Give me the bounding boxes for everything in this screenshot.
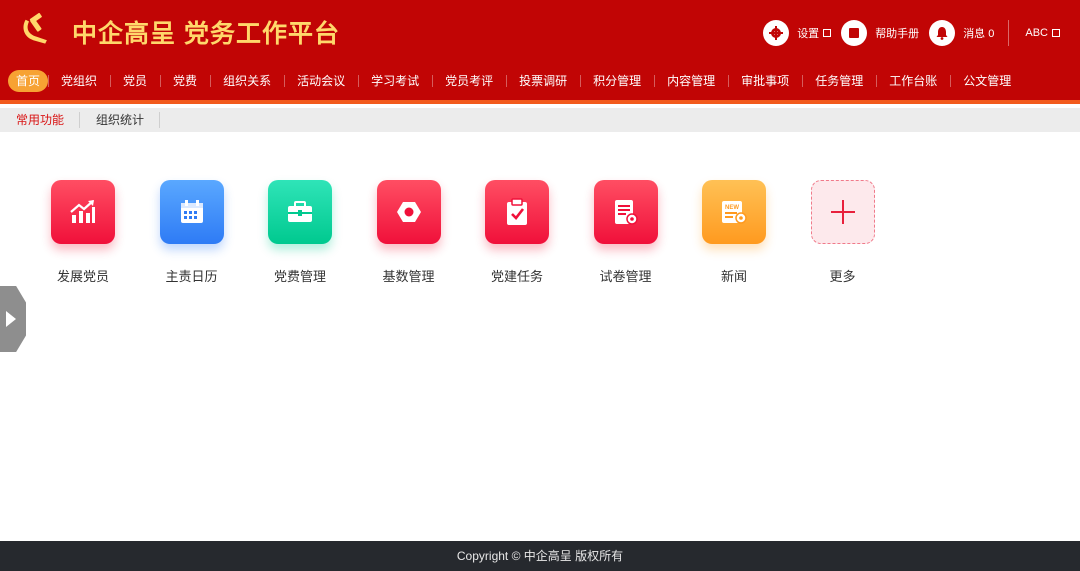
bell-icon <box>929 20 956 46</box>
function-label: 发展党员 <box>56 269 109 284</box>
gear-icon <box>763 20 790 46</box>
function-label: 更多 <box>829 269 856 284</box>
function-duty-calendar[interactable]: 主责日历 <box>159 180 225 285</box>
function-label: 试卷管理 <box>599 269 652 284</box>
nav-item-voting-survey[interactable]: 投票调研 <box>506 70 580 92</box>
user-menu[interactable]: ABC <box>1025 27 1060 39</box>
side-panel-toggle[interactable] <box>0 286 26 352</box>
nav-item-points[interactable]: 积分管理 <box>580 70 654 92</box>
function-develop-members[interactable]: 发展党员 <box>50 180 116 285</box>
user-divider <box>1008 20 1010 46</box>
top-actions: 设置 帮助手册 消息 0 ABC <box>753 19 1060 47</box>
function-grid: 发展党员 主责日历 党费管理 基数管理 党建任务 试卷管理 NEW 新闻 更多 <box>50 180 918 285</box>
nav-item-home[interactable]: 首页 <box>8 70 49 92</box>
nav-item-member-evaluation[interactable]: 党员考评 <box>432 70 506 92</box>
hex-nut-icon <box>376 180 441 244</box>
nav-item-party-org[interactable]: 党组织 <box>48 70 110 92</box>
messages-label: 消息 0 <box>963 28 995 40</box>
help-manual-button[interactable]: 帮助手册 <box>841 20 919 46</box>
messages-button[interactable]: 消息 0 <box>929 20 994 46</box>
settings-dropdown-icon <box>823 29 832 37</box>
calendar-icon <box>159 180 224 244</box>
nav-item-dues[interactable]: 党费 <box>160 70 210 92</box>
tab-common-functions[interactable]: 常用功能 <box>0 108 81 132</box>
function-party-tasks[interactable]: 党建任务 <box>484 180 550 285</box>
copyright-text: Copyright © 中企高呈 版权所有 <box>456 549 624 563</box>
function-label: 新闻 <box>720 269 747 284</box>
user-dropdown-icon <box>1052 29 1060 37</box>
settings-label: 设置 <box>797 28 820 40</box>
function-label: 基数管理 <box>382 269 435 284</box>
function-label: 主责日历 <box>165 269 218 284</box>
function-more[interactable]: 更多 <box>810 180 876 285</box>
play-arrow-icon <box>6 311 16 327</box>
settings-button[interactable]: 设置 <box>763 20 832 46</box>
main-nav: 首页 党组织 党员 党费 组织关系 活动会议 学习考试 党员考评 投票调研 积分… <box>8 70 1024 92</box>
sub-tabs: 常用功能 组织统计 <box>0 108 1080 132</box>
footer: Copyright © 中企高呈 版权所有 <box>0 541 1080 571</box>
svg-text:NEW: NEW <box>725 205 739 211</box>
briefcase-icon <box>268 180 332 244</box>
nav-item-meetings[interactable]: 活动会议 <box>284 70 358 92</box>
nav-item-work-ledger[interactable]: 工作台账 <box>876 70 950 92</box>
header: 中企高呈 党务工作平台 设置 帮助手册 消息 0 ABC 首页 党组织 党员 党… <box>0 0 1080 104</box>
nav-item-approvals[interactable]: 审批事项 <box>728 70 802 92</box>
nav-item-members[interactable]: 党员 <box>110 70 160 92</box>
function-exam-management[interactable]: 试卷管理 <box>593 180 659 285</box>
growth-chart-icon <box>51 180 115 244</box>
book-icon <box>841 20 868 46</box>
user-name: ABC <box>1025 27 1048 39</box>
clipboard-check-icon <box>485 180 549 244</box>
nav-item-tasks[interactable]: 任务管理 <box>802 70 876 92</box>
function-label: 党费管理 <box>273 269 326 284</box>
function-label: 党建任务 <box>490 269 543 284</box>
nav-item-study-exams[interactable]: 学习考试 <box>358 70 432 92</box>
news-icon: NEW <box>702 180 766 244</box>
function-news[interactable]: NEW 新闻 <box>701 180 767 285</box>
help-manual-label: 帮助手册 <box>875 28 920 40</box>
party-emblem-icon <box>23 13 47 44</box>
nav-item-content[interactable]: 内容管理 <box>654 70 728 92</box>
app-title: 中企高呈 党务工作平台 <box>72 20 340 48</box>
tab-org-statistics[interactable]: 组织统计 <box>80 108 161 132</box>
document-gear-icon <box>593 180 658 244</box>
function-dues-management[interactable]: 党费管理 <box>267 180 333 285</box>
nav-item-org-relations[interactable]: 组织关系 <box>210 70 284 92</box>
nav-item-documents[interactable]: 公文管理 <box>950 70 1024 92</box>
function-base-management[interactable]: 基数管理 <box>376 180 442 285</box>
plus-icon <box>810 180 875 244</box>
